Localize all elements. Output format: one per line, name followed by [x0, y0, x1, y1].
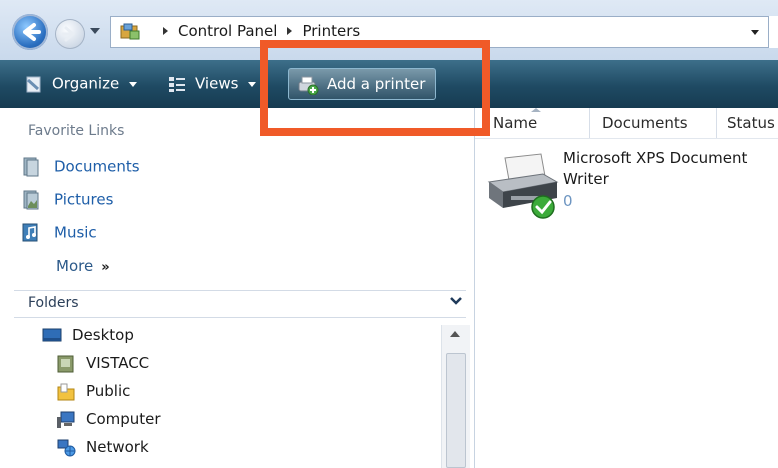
organize-label: Organize — [52, 74, 120, 93]
desktop-icon — [42, 328, 62, 341]
column-header-status[interactable]: Status — [717, 108, 778, 138]
highlight-box — [260, 40, 490, 136]
tree-item-label: Desktop — [72, 326, 134, 344]
double-chevron-right-icon: » — [101, 260, 110, 275]
favorite-link-music[interactable]: Music — [22, 223, 97, 247]
music-icon — [22, 223, 38, 242]
network-icon — [57, 439, 76, 456]
views-label: Views — [195, 74, 239, 93]
public-folder-icon — [57, 383, 75, 400]
folders-scrollbar[interactable] — [441, 325, 470, 468]
breadcrumb-printers[interactable]: Printers — [302, 22, 360, 40]
tree-item-label: VISTACC — [86, 354, 150, 372]
folders-title: Folders — [28, 295, 79, 311]
column-header-documents[interactable]: Documents — [590, 108, 717, 138]
address-history-dropdown[interactable] — [751, 30, 759, 35]
column-header-name[interactable]: Name — [475, 108, 590, 138]
views-icon — [169, 77, 185, 92]
favorite-link-documents[interactable]: Documents — [22, 157, 140, 181]
more-links-button[interactable]: More » — [56, 257, 110, 275]
printer-icon — [487, 153, 559, 219]
printer-item[interactable]: Microsoft XPS Document Writer 0 — [483, 148, 773, 228]
favorite-link-pictures[interactable]: Pictures — [22, 190, 113, 214]
favorite-links-title: Favorite Links — [28, 123, 125, 139]
breadcrumb-separator-icon[interactable] — [163, 27, 168, 35]
organize-icon — [26, 76, 41, 93]
folders-header[interactable]: Folders — [14, 290, 466, 318]
navigation-pane: Favorite Links Documents Pictures Music … — [0, 108, 475, 468]
forward-button[interactable] — [55, 19, 85, 49]
pictures-icon — [23, 190, 39, 210]
scroll-up-arrow-icon[interactable] — [450, 331, 460, 337]
column-header-label: Name — [493, 114, 538, 132]
breadcrumb: Control Panel Printers — [153, 22, 360, 40]
chevron-down-icon — [450, 297, 462, 305]
organize-button[interactable]: Organize — [24, 74, 138, 96]
favorite-link-label: Documents — [54, 157, 140, 176]
documents-icon — [23, 157, 39, 177]
favorite-link-label: Music — [54, 223, 97, 242]
breadcrumb-separator-icon[interactable] — [287, 27, 293, 35]
header-divider — [475, 138, 778, 139]
user-folder-icon — [57, 355, 74, 372]
views-dropdown-icon — [248, 81, 257, 87]
more-label: More — [56, 257, 94, 275]
tree-item-desktop[interactable]: Desktop — [42, 326, 134, 350]
favorite-link-label: Pictures — [54, 190, 114, 209]
tree-item-vistacc[interactable]: VISTACC — [56, 354, 149, 378]
tree-item-label: Network — [86, 438, 149, 456]
recent-pages-dropdown[interactable] — [90, 28, 100, 34]
views-button[interactable]: Views — [167, 74, 257, 96]
tree-item-public[interactable]: Public — [56, 382, 130, 406]
back-arrow-icon — [23, 23, 41, 41]
tree-item-computer[interactable]: Computer — [56, 410, 161, 434]
tree-item-label: Public — [86, 382, 131, 400]
scroll-thumb[interactable] — [446, 353, 466, 468]
tree-item-network[interactable]: Network — [56, 438, 149, 462]
control-panel-icon — [120, 23, 140, 40]
printer-name: Microsoft XPS Document Writer — [563, 149, 748, 188]
printer-document-count: 0 — [563, 192, 573, 210]
forward-arrow-icon — [61, 26, 75, 42]
column-header-label: Status — [727, 114, 775, 132]
refresh-button[interactable] — [768, 16, 778, 48]
file-list-pane: Name Documents Status Microsoft XPS Docu… — [475, 108, 778, 468]
sort-ascending-icon — [531, 108, 541, 112]
back-button[interactable] — [12, 14, 48, 50]
tree-item-label: Computer — [86, 410, 161, 428]
breadcrumb-control-panel[interactable]: Control Panel — [178, 22, 277, 40]
computer-icon — [57, 411, 75, 428]
column-header-label: Documents — [602, 114, 688, 132]
organize-dropdown-icon — [129, 81, 138, 87]
